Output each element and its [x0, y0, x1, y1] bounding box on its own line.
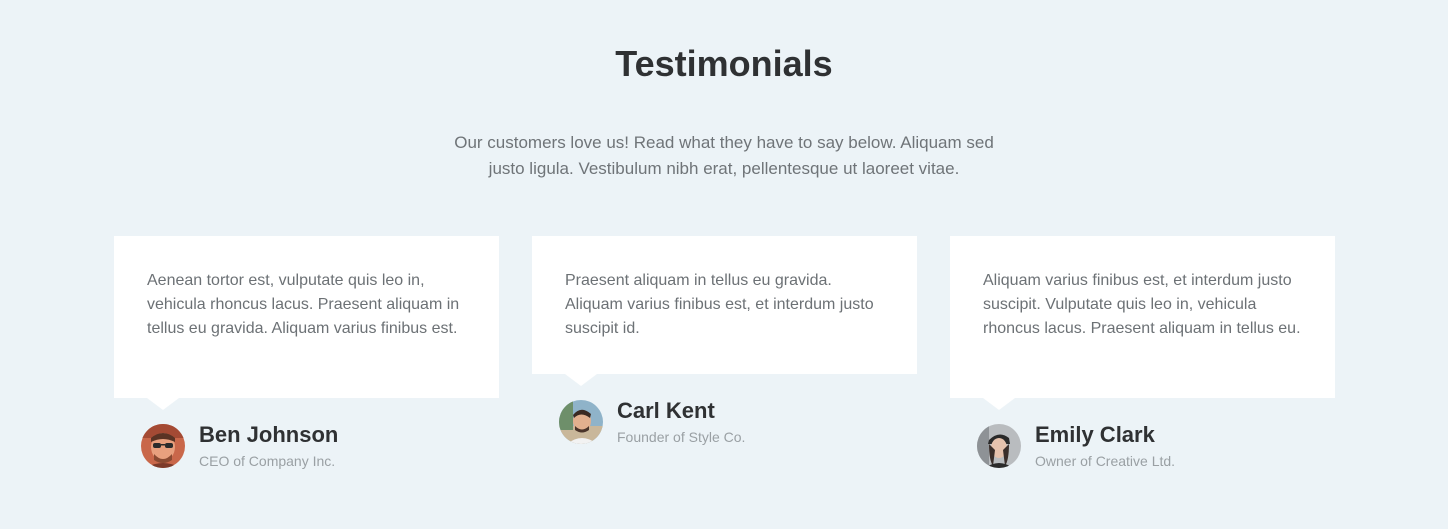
testimonials-section: Testimonials Our customers love us! Read… [0, 0, 1448, 529]
man-outdoors-avatar-icon [559, 400, 603, 444]
author-role: Owner of Creative Ltd. [1035, 453, 1176, 469]
author-name: Carl Kent [617, 398, 715, 423]
author-info: Carl Kent Founder of Style Co. [532, 398, 917, 458]
testimonial-card: Praesent aliquam in tellus eu gravida. A… [532, 236, 917, 458]
avatar [977, 424, 1021, 468]
author-name: Ben Johnson [199, 422, 339, 447]
avatar [559, 400, 603, 444]
testimonial-card: Aenean tortor est, vulputate quis leo in… [114, 236, 499, 482]
quote-bubble: Aliquam varius finibus est, et interdum … [950, 236, 1335, 410]
avatar [141, 424, 185, 468]
author-info: Ben Johnson CEO of Company Inc. [114, 422, 499, 482]
testimonial-card: Aliquam varius finibus est, et interdum … [950, 236, 1335, 482]
quote-bubble: Praesent aliquam in tellus eu gravida. A… [532, 236, 917, 386]
section-subtitle: Our customers love us! Read what they ha… [454, 133, 994, 178]
author-info: Emily Clark Owner of Creative Ltd. [950, 422, 1335, 482]
quote-text: Aliquam varius finibus est, et interdum … [983, 272, 1301, 337]
author-name: Emily Clark [1035, 422, 1155, 447]
quote-text: Praesent aliquam in tellus eu gravida. A… [565, 272, 874, 337]
author-role: Founder of Style Co. [617, 429, 746, 445]
section-title: Testimonials [615, 43, 833, 84]
woman-with-hat-avatar-icon [977, 424, 1021, 468]
quote-text: Aenean tortor est, vulputate quis leo in… [147, 272, 460, 337]
quote-bubble: Aenean tortor est, vulputate quis leo in… [114, 236, 499, 410]
author-role: CEO of Company Inc. [199, 453, 336, 469]
man-with-sunglasses-avatar-icon [141, 424, 185, 468]
